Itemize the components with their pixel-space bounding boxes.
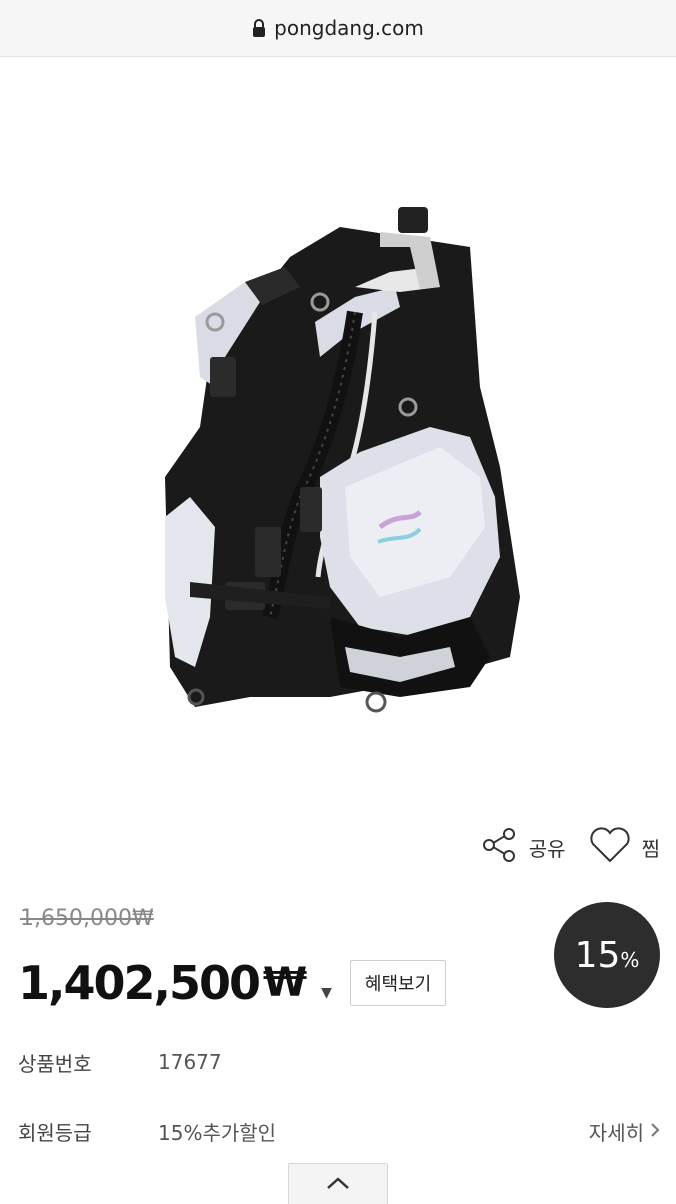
product-number-row: 상품번호 17677 (18, 1042, 660, 1082)
scroll-top-button[interactable] (288, 1163, 388, 1204)
currency-symbol: ₩ (263, 960, 308, 1006)
product-actions: 공유 찜 (481, 822, 660, 872)
caret-down-icon[interactable]: ▼ (321, 985, 332, 1001)
wish-button[interactable]: 찜 (588, 826, 660, 868)
product-number-value: 17677 (158, 1050, 222, 1074)
benefit-button[interactable]: 혜택보기 (349, 960, 447, 1006)
member-grade-label: 회원등급 (18, 1120, 92, 1145)
share-button[interactable]: 공유 (481, 826, 566, 868)
sale-price-row: 1,402,500 ₩ ▼ 혜택보기 (18, 950, 447, 1016)
bcd-vest-illustration (165, 207, 520, 713)
chevron-up-icon (326, 1175, 350, 1194)
discount-unit: % (620, 948, 640, 972)
product-image (0, 57, 676, 817)
url-text: pongdang.com (274, 16, 424, 40)
detail-link[interactable]: 자세히 (589, 1117, 660, 1146)
share-icon (481, 826, 519, 868)
sale-price: 1,402,500 (18, 956, 261, 1010)
original-price: 1,650,000₩ (20, 906, 154, 931)
share-label: 공유 (528, 836, 566, 861)
wish-label: 찜 (641, 836, 660, 861)
member-grade-row: 회원등급 15%추가할인 자세히 (18, 1111, 660, 1151)
chevron-right-icon (650, 1119, 660, 1143)
heart-icon (588, 826, 632, 868)
discount-badge: 15 % (554, 902, 660, 1008)
discount-number: 15 (574, 934, 621, 976)
detail-link-label: 자세히 (588, 1120, 644, 1145)
browser-url-bar[interactable]: pongdang.com (0, 0, 676, 57)
member-grade-value: 15%추가할인 (158, 1120, 277, 1145)
lock-icon (252, 18, 266, 38)
product-number-label: 상품번호 (18, 1051, 92, 1076)
